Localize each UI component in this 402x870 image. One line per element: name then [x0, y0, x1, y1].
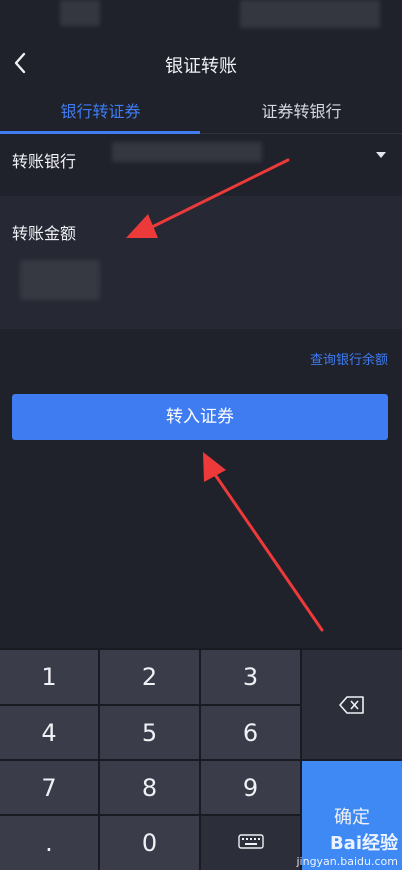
tab-securities-to-bank[interactable]: 证券转银行	[201, 90, 402, 134]
header: 银证转账	[0, 40, 402, 86]
key-decimal[interactable]: .	[0, 816, 98, 870]
transfer-in-button[interactable]: 转入证券	[12, 394, 388, 440]
keyboard-icon	[237, 834, 264, 849]
key-4[interactable]: 4	[0, 706, 98, 759]
annotation-arrow-button	[203, 452, 324, 632]
key-3[interactable]: 3	[201, 650, 300, 704]
backspace-key[interactable]	[302, 650, 402, 759]
bank-name-blurred	[112, 142, 262, 162]
numeric-keypad: 1 2 3 4 5 6 7 8 9 . 0 确定 Bai经验 jingyan.b…	[0, 648, 402, 870]
bank-selector[interactable]: 转账银行	[0, 134, 402, 184]
status-bar-blurred-left	[60, 0, 100, 26]
hide-keyboard-key[interactable]	[201, 816, 300, 870]
dropdown-caret-icon[interactable]	[376, 152, 386, 158]
key-7[interactable]: 7	[0, 761, 98, 814]
key-9[interactable]: 9	[201, 761, 300, 814]
tab-bank-to-securities[interactable]: 银行转证券	[0, 90, 201, 134]
key-8[interactable]: 8	[100, 761, 199, 814]
confirm-key[interactable]: 确定	[302, 761, 402, 870]
confirm-label: 确定	[334, 806, 370, 828]
key-2[interactable]: 2	[100, 650, 199, 704]
bank-label: 转账银行	[12, 152, 77, 171]
tab-bar: 银行转证券 证券转银行	[0, 90, 402, 134]
backspace-icon	[339, 695, 364, 714]
amount-value-blurred	[20, 260, 100, 300]
status-bar-blurred-right	[240, 0, 380, 28]
key-6[interactable]: 6	[201, 706, 300, 759]
key-5[interactable]: 5	[100, 706, 199, 759]
amount-label: 转账金额	[12, 224, 77, 243]
key-0[interactable]: 0	[100, 816, 199, 870]
page-title: 银证转账	[165, 56, 237, 77]
amount-section: 转账金额	[0, 196, 402, 329]
query-bank-balance-link[interactable]: 查询银行余额	[310, 349, 388, 368]
status-bar	[0, 0, 402, 40]
key-1[interactable]: 1	[0, 650, 98, 704]
